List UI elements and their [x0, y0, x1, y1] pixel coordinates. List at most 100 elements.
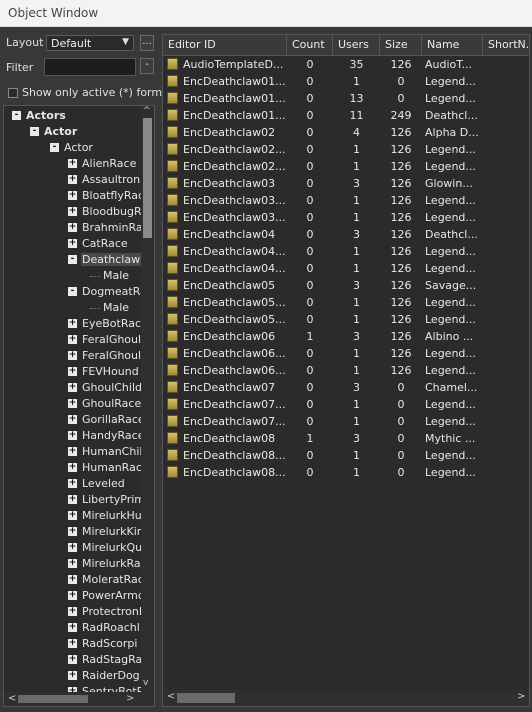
- expand-icon[interactable]: +: [68, 511, 77, 520]
- tree-node-race[interactable]: + BloatflyRac: [4, 188, 144, 204]
- table-row[interactable]: EncDeathclaw08 1 3 0 Mythic ...: [163, 430, 529, 447]
- tree-node-race[interactable]: + BrahminRa: [4, 220, 143, 236]
- table-row[interactable]: EncDeathclaw01... 0 11 249 Deathcl...: [163, 107, 529, 124]
- tree-node-race[interactable]: - Deathclawl: [4, 252, 145, 268]
- table-row[interactable]: EncDeathclaw04... 0 1 126 Legend...: [163, 260, 529, 277]
- table-row[interactable]: EncDeathclaw05... 0 1 126 Legend...: [163, 311, 529, 328]
- tree-node-race[interactable]: + GorillaRace: [4, 412, 145, 428]
- table-row[interactable]: EncDeathclaw08... 0 1 0 Legend...: [163, 464, 529, 481]
- tree-node-race[interactable]: + PowerArmo: [4, 588, 145, 604]
- scroll-left-icon[interactable]: <: [8, 693, 16, 704]
- expand-icon[interactable]: +: [68, 591, 77, 600]
- tree-node-race[interactable]: + MirelurkHu: [4, 508, 143, 524]
- collapse-icon[interactable]: -: [30, 127, 39, 136]
- tree-node-race[interactable]: - DogmeatRa: [4, 284, 147, 300]
- table-row[interactable]: EncDeathclaw03... 0 1 126 Legend...: [163, 192, 529, 209]
- list-horizontal-scrollbar[interactable]: < >: [163, 690, 529, 706]
- table-row[interactable]: EncDeathclaw02... 0 1 126 Legend...: [163, 158, 529, 175]
- expand-icon[interactable]: +: [68, 607, 77, 616]
- expand-icon[interactable]: +: [68, 495, 77, 504]
- table-row[interactable]: EncDeathclaw07 0 3 0 Chamel...: [163, 379, 529, 396]
- table-row[interactable]: EncDeathclaw06... 0 1 126 Legend...: [163, 362, 529, 379]
- tree-node-actor[interactable]: - Actor: [4, 124, 143, 140]
- table-row[interactable]: EncDeathclaw04 0 3 126 Deathcl...: [163, 226, 529, 243]
- table-row[interactable]: EncDeathclaw06... 0 1 126 Legend...: [163, 345, 529, 362]
- expand-icon[interactable]: +: [68, 463, 77, 472]
- tree-node-actor-sub[interactable]: - Actor: [4, 140, 143, 156]
- expand-icon[interactable]: +: [68, 399, 77, 408]
- expand-icon[interactable]: +: [68, 479, 77, 488]
- expand-icon[interactable]: +: [68, 671, 77, 680]
- table-row[interactable]: AudioTemplateD... 0 35 126 AudioT...: [163, 56, 529, 73]
- tree-node-race[interactable]: + HandyRace: [4, 428, 144, 444]
- scroll-left-icon[interactable]: <: [167, 691, 175, 702]
- tree-node-race[interactable]: + AlienRace: [4, 156, 143, 172]
- tree-node-race[interactable]: + EyeBotRace: [4, 316, 148, 332]
- layout-dropdown[interactable]: Default ▼: [46, 35, 134, 51]
- table-row[interactable]: EncDeathclaw01... 0 13 0 Legend...: [163, 90, 529, 107]
- tree-hscroll-thumb[interactable]: [18, 695, 88, 703]
- column-users[interactable]: Users: [333, 35, 380, 55]
- column-editor-id[interactable]: Editor ID: [163, 35, 287, 55]
- tree-node-race[interactable]: + RadScorpi: [4, 636, 143, 652]
- tree-node-race[interactable]: + MoleratRac: [4, 572, 144, 588]
- table-row[interactable]: EncDeathclaw07... 0 1 0 Legend...: [163, 396, 529, 413]
- object-tree[interactable]: - Actors - Actor - Actor + AlienRace + Assaultron…: [3, 105, 155, 707]
- tree-leaf-male[interactable]: Male: [4, 300, 143, 316]
- expand-icon[interactable]: +: [68, 351, 77, 360]
- table-row[interactable]: EncDeathclaw05... 0 1 126 Legend...: [163, 294, 529, 311]
- tree-node-race[interactable]: + ProtectronI: [4, 604, 143, 620]
- tree-node-race[interactable]: + MirelurkKir: [4, 524, 143, 540]
- tree-node-race[interactable]: + RaiderDog: [4, 668, 143, 684]
- filter-input[interactable]: [44, 58, 136, 76]
- table-row[interactable]: EncDeathclaw06 1 3 126 Albino ...: [163, 328, 529, 345]
- expand-icon[interactable]: +: [68, 383, 77, 392]
- table-row[interactable]: EncDeathclaw03 0 3 126 Glowin...: [163, 175, 529, 192]
- scroll-right-icon[interactable]: >: [126, 693, 134, 704]
- expand-icon[interactable]: +: [68, 223, 77, 232]
- tree-node-race[interactable]: + Leveled: [4, 476, 143, 492]
- scroll-down-icon[interactable]: v: [143, 678, 148, 688]
- list-hscroll-thumb[interactable]: [177, 693, 235, 703]
- expand-icon[interactable]: +: [68, 239, 77, 248]
- tree-node-race[interactable]: + FEVHound: [4, 364, 143, 380]
- table-row[interactable]: EncDeathclaw04... 0 1 126 Legend...: [163, 243, 529, 260]
- expand-icon[interactable]: +: [68, 623, 77, 632]
- table-row[interactable]: EncDeathclaw08... 0 1 0 Legend...: [163, 447, 529, 464]
- expand-icon[interactable]: +: [68, 527, 77, 536]
- table-row[interactable]: EncDeathclaw03... 0 1 126 Legend...: [163, 209, 529, 226]
- tree-node-race[interactable]: + HumanRac: [4, 460, 143, 476]
- tree-vertical-scrollbar[interactable]: ^ v: [141, 106, 154, 692]
- tree-node-actors[interactable]: - Actors: [4, 108, 143, 124]
- expand-icon[interactable]: +: [68, 191, 77, 200]
- tree-node-race[interactable]: + MirelurkRa: [4, 556, 143, 572]
- tree-node-race[interactable]: + MirelurkQu: [4, 540, 143, 556]
- table-row[interactable]: EncDeathclaw02... 0 1 126 Legend...: [163, 141, 529, 158]
- tree-horizontal-scrollbar[interactable]: < >: [4, 692, 154, 706]
- table-row[interactable]: EncDeathclaw02 0 4 126 Alpha D...: [163, 124, 529, 141]
- expand-icon[interactable]: +: [68, 207, 77, 216]
- tree-node-race[interactable]: + FeralGhoul: [4, 348, 143, 364]
- tree-node-race[interactable]: + BloodbugR: [4, 204, 143, 220]
- layout-options-button[interactable]: ...: [140, 35, 154, 51]
- tree-node-race[interactable]: + CatRace: [4, 236, 143, 252]
- expand-icon[interactable]: +: [68, 639, 77, 648]
- expand-icon[interactable]: +: [68, 447, 77, 456]
- column-size[interactable]: Size: [380, 35, 422, 55]
- tree-node-race[interactable]: + LibertyPrim: [4, 492, 145, 508]
- column-name[interactable]: Name: [422, 35, 483, 55]
- collapse-icon[interactable]: -: [68, 255, 77, 264]
- expand-icon[interactable]: +: [68, 319, 77, 328]
- tree-node-race[interactable]: + Assaultron: [4, 172, 143, 188]
- tree-node-race[interactable]: + FeralGhoul: [4, 332, 143, 348]
- filter-clear-button[interactable]: -: [140, 58, 154, 74]
- expand-icon[interactable]: +: [68, 415, 77, 424]
- expand-icon[interactable]: +: [68, 431, 77, 440]
- object-list[interactable]: Editor ID Count Users Size Name ShortN..…: [162, 34, 530, 707]
- tree-node-race[interactable]: + GhoulRace: [4, 396, 143, 412]
- expand-icon[interactable]: +: [68, 559, 77, 568]
- expand-icon[interactable]: +: [68, 543, 77, 552]
- scroll-up-icon[interactable]: ^: [143, 106, 151, 116]
- expand-icon[interactable]: +: [68, 335, 77, 344]
- tree-node-race[interactable]: + RadStagRa: [4, 652, 143, 668]
